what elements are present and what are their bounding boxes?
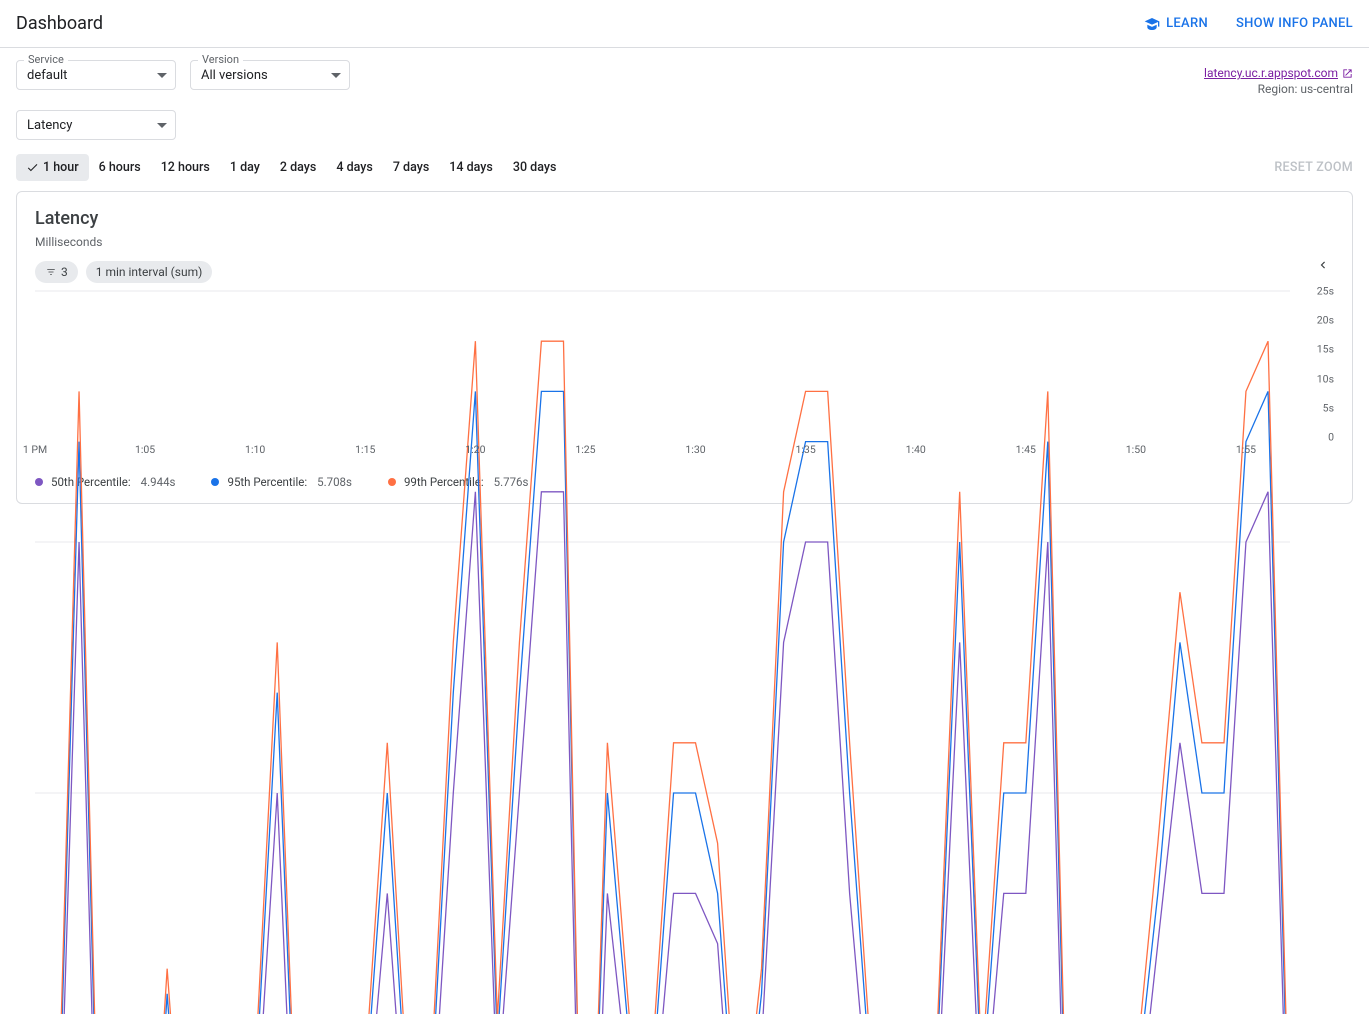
y-tick-label: 20s xyxy=(1317,314,1334,327)
chevron-left-icon xyxy=(1316,258,1330,272)
x-tick-label: 1:45 xyxy=(1016,443,1036,456)
time-range-2-days[interactable]: 2 days xyxy=(270,154,326,181)
region-label: Region: us-central xyxy=(1204,82,1353,96)
x-tick-label: 1:30 xyxy=(685,443,705,456)
x-tick-label: 1:40 xyxy=(906,443,926,456)
page-title: Dashboard xyxy=(16,13,103,34)
version-select-label: Version xyxy=(198,53,243,66)
app-url-text: latency.uc.r.appspot.com xyxy=(1204,66,1338,80)
chevron-down-icon xyxy=(157,123,167,128)
x-tick-label: 1 PM xyxy=(23,443,47,456)
y-tick-label: 5s xyxy=(1323,401,1334,414)
learn-icon xyxy=(1144,16,1160,32)
version-select-value: All versions xyxy=(201,68,268,83)
interval-label: 1 min interval (sum) xyxy=(96,265,203,279)
x-tick-label: 1:35 xyxy=(795,443,815,456)
filter-chip[interactable]: 3 xyxy=(35,261,78,283)
filter-icon xyxy=(45,267,57,277)
time-range-14-days[interactable]: 14 days xyxy=(439,154,503,181)
time-range-group: 1 hour6 hours12 hours1 day2 days4 days7 … xyxy=(16,154,566,181)
y-tick-label: 15s xyxy=(1317,343,1334,356)
reset-zoom-button[interactable]: RESET ZOOM xyxy=(1274,160,1353,175)
x-tick-label: 1:25 xyxy=(575,443,595,456)
time-range-30-days[interactable]: 30 days xyxy=(503,154,567,181)
y-tick-label: 25s xyxy=(1317,285,1334,298)
latency-chart: 05s10s15s20s25s 1 PM1:051:101:151:201:25… xyxy=(35,291,1334,461)
latency-card: Latency Milliseconds 3 1 min interval (s… xyxy=(16,191,1353,504)
y-tick-label: 0 xyxy=(1328,431,1334,444)
check-icon xyxy=(26,161,39,174)
x-tick-label: 1:55 xyxy=(1236,443,1256,456)
metric-select[interactable]: Latency xyxy=(16,110,176,140)
show-info-panel-button[interactable]: SHOW INFO PANEL xyxy=(1236,16,1353,31)
version-select[interactable]: Version All versions xyxy=(190,60,350,90)
service-select-value: default xyxy=(27,68,67,83)
app-url-link[interactable]: latency.uc.r.appspot.com xyxy=(1204,66,1353,80)
x-tick-label: 1:05 xyxy=(135,443,155,456)
time-range-7-days[interactable]: 7 days xyxy=(383,154,439,181)
x-tick-label: 1:15 xyxy=(355,443,375,456)
chevron-down-icon xyxy=(331,73,341,78)
time-range-6-hours[interactable]: 6 hours xyxy=(89,154,151,181)
service-select[interactable]: Service default xyxy=(16,60,176,90)
time-range-4-days[interactable]: 4 days xyxy=(326,154,382,181)
x-tick-label: 1:50 xyxy=(1126,443,1146,456)
time-range-12-hours[interactable]: 12 hours xyxy=(151,154,220,181)
external-link-icon xyxy=(1342,68,1353,79)
learn-label: LEARN xyxy=(1166,16,1208,31)
y-tick-label: 10s xyxy=(1317,372,1334,385)
time-range-1-day[interactable]: 1 day xyxy=(220,154,270,181)
metric-select-value: Latency xyxy=(27,118,72,133)
filter-count: 3 xyxy=(61,265,68,279)
chevron-down-icon xyxy=(157,73,167,78)
service-select-label: Service xyxy=(24,53,68,66)
interval-chip[interactable]: 1 min interval (sum) xyxy=(86,261,213,283)
chart-subtitle: Milliseconds xyxy=(35,235,1334,249)
collapse-panel-button[interactable] xyxy=(1312,254,1334,279)
x-tick-label: 1:10 xyxy=(245,443,265,456)
x-tick-label: 1:20 xyxy=(465,443,485,456)
learn-button[interactable]: LEARN xyxy=(1144,16,1208,32)
chart-title: Latency xyxy=(35,208,1334,229)
time-range-1-hour[interactable]: 1 hour xyxy=(16,154,89,181)
